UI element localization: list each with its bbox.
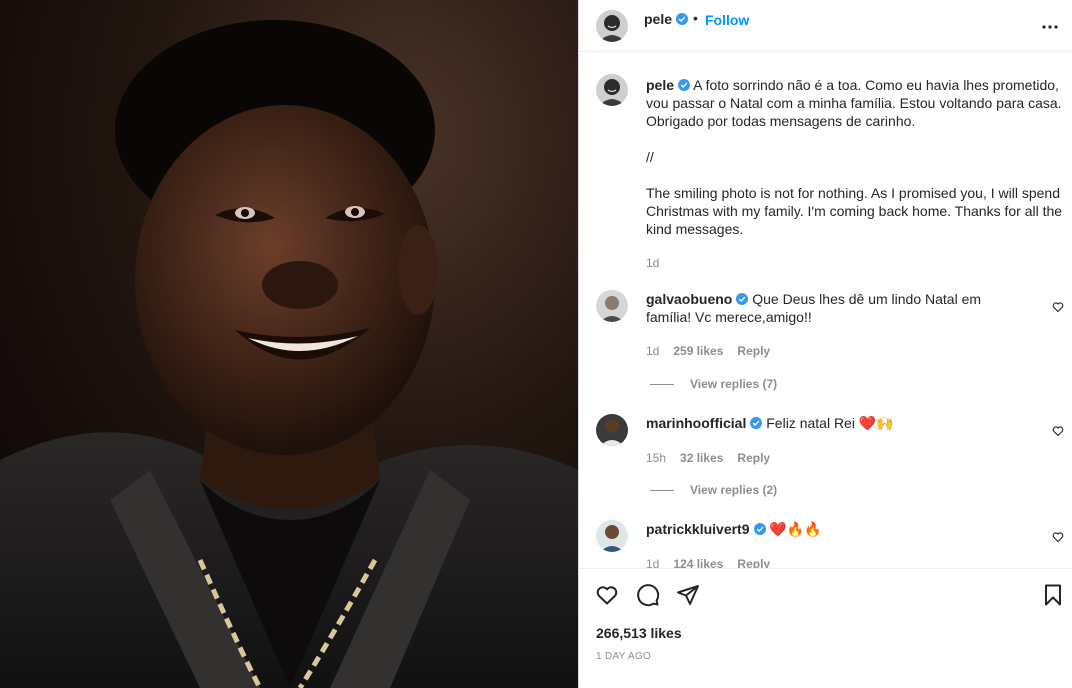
caption-author-username[interactable]: pele (646, 77, 674, 93)
author-avatar-image (596, 10, 628, 42)
heart-icon[interactable] (595, 583, 619, 607)
post-actions-footer: 266,513 likes 1 DAY AGO (579, 568, 1072, 688)
author-avatar[interactable] (596, 10, 628, 42)
comment-text: Feliz natal Rei (766, 415, 855, 431)
comment-body: patrickkluivert9 ❤️🔥🔥 1d 124 likes Reply (646, 520, 1026, 568)
comment-meta: 15h 32 likes Reply (646, 449, 1026, 467)
caption-author-avatar[interactable] (596, 74, 628, 106)
post-photo-image (0, 0, 578, 688)
verified-badge-icon (736, 293, 749, 305)
reply-button[interactable]: Reply (737, 451, 770, 465)
comment-heart-icon[interactable] (1052, 425, 1064, 437)
comments-scroll-area[interactable]: pele A foto sorrindo não é a toa. Como e… (579, 52, 1072, 568)
post-caption: pele A foto sorrindo não é a toa. Como e… (646, 76, 1066, 272)
reply-button[interactable]: Reply (737, 344, 770, 358)
comment-likes[interactable]: 124 likes (673, 557, 723, 568)
caption-divider: // (646, 149, 654, 165)
comment-meta: 1d 124 likes Reply (646, 555, 1026, 568)
comment-body: marinhoofficial Feliz natal Rei ❤️🙌 15h 3… (646, 414, 1026, 467)
commenter-avatar-image (596, 414, 628, 446)
comment-body: galvaobueno Que Deus lhes dê um lindo Na… (646, 290, 1026, 360)
replies-line (650, 384, 674, 386)
post-header: pele • Follow (579, 0, 1072, 52)
commenter-username[interactable]: marinhoofficial (646, 415, 746, 431)
view-replies-button[interactable]: View replies (2) (650, 483, 777, 497)
author-username[interactable]: pele (644, 11, 672, 27)
comment-time: 1d (646, 557, 660, 568)
comment-heart-icon[interactable] (1052, 531, 1064, 543)
commenter-avatar-image (596, 290, 628, 322)
verified-badge-icon (676, 13, 689, 25)
comment-emoji: ❤️🔥🔥 (769, 522, 822, 538)
caption-text-pt: A foto sorrindo não é a toa. Como eu hav… (646, 77, 1066, 129)
commenter-avatar-image (596, 520, 628, 552)
share-icon[interactable] (676, 583, 700, 607)
verified-badge-icon (753, 523, 766, 535)
comment-likes[interactable]: 259 likes (673, 344, 723, 358)
comment-emoji: ❤️🙌 (858, 416, 894, 432)
commenter-avatar[interactable] (596, 520, 628, 552)
commenter-avatar[interactable] (596, 290, 628, 322)
view-replies-button[interactable]: View replies (7) (650, 377, 777, 391)
caption-text-en: The smiling photo is not for nothing. As… (646, 185, 1066, 237)
replies-line (650, 490, 674, 492)
caption-time: 1d (646, 256, 660, 270)
like-count[interactable]: 266,513 likes (596, 625, 682, 641)
commenter-username[interactable]: patrickkluivert9 (646, 521, 750, 537)
more-icon[interactable] (1041, 18, 1059, 36)
comment-time: 15h (646, 451, 667, 465)
caption-avatar-image (596, 74, 628, 106)
bookmark-icon[interactable] (1041, 583, 1065, 607)
comment-icon[interactable] (636, 583, 660, 607)
caption-meta: 1d (646, 254, 1066, 272)
comment-time: 1d (646, 344, 660, 358)
header-separator: • (693, 10, 698, 26)
commenter-username[interactable]: galvaobueno (646, 291, 732, 307)
reply-button[interactable]: Reply (737, 557, 770, 568)
view-replies-label: View replies (2) (690, 483, 778, 497)
commenter-avatar[interactable] (596, 414, 628, 446)
comment-likes[interactable]: 32 likes (680, 451, 723, 465)
comment-meta: 1d 259 likes Reply (646, 342, 1026, 360)
post-panel: pele • Follow pele A foto sorrindo não é… (578, 0, 1072, 688)
comment-heart-icon[interactable] (1052, 301, 1064, 313)
verified-badge-icon (678, 79, 691, 91)
view-replies-label: View replies (7) (690, 377, 778, 391)
post-photo[interactable] (0, 0, 578, 688)
post-timestamp: 1 DAY AGO (596, 651, 652, 662)
author-name-wrap: pele (644, 11, 689, 29)
verified-badge-icon (750, 417, 763, 429)
follow-button[interactable]: Follow (705, 12, 749, 28)
